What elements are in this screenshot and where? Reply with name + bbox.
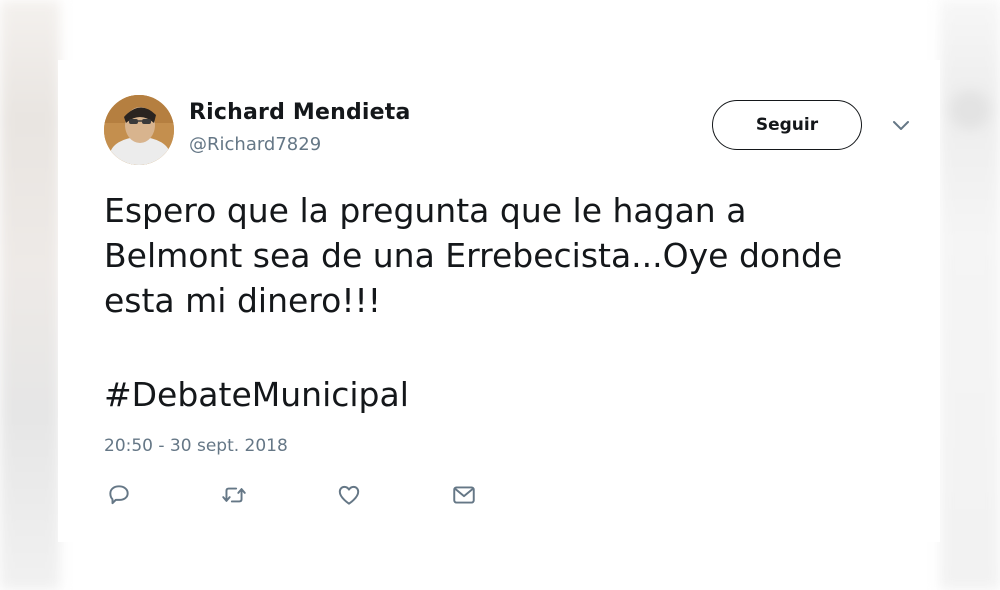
tweet-timestamp[interactable]: 20:50 - 30 sept. 2018 xyxy=(104,436,288,456)
hashtag-link[interactable]: #DebateMunicipal xyxy=(104,372,409,417)
reply-icon[interactable] xyxy=(104,480,134,510)
tweet-line: Belmont sea de una Errebecista...Oye don… xyxy=(104,236,843,275)
like-icon[interactable] xyxy=(334,480,364,510)
follow-button[interactable]: Seguir xyxy=(712,100,862,150)
tweet-line: Espero que la pregunta que le hagan a xyxy=(104,191,747,230)
tweet-card: Richard Mendieta @Richard7829 Seguir Esp… xyxy=(58,60,940,542)
tweet-actions xyxy=(104,480,504,510)
avatar[interactable] xyxy=(104,95,174,165)
retweet-icon[interactable] xyxy=(219,480,249,510)
author-name[interactable]: Richard Mendieta xyxy=(189,100,411,125)
tweet-line: esta mi dinero!!! xyxy=(104,281,382,320)
direct-message-icon[interactable] xyxy=(449,480,479,510)
background-blur-left xyxy=(0,0,60,590)
chevron-down-icon[interactable] xyxy=(890,118,912,134)
background-blur-right xyxy=(940,0,1000,590)
tweet-text: Espero que la pregunta que le hagan a Be… xyxy=(104,188,904,323)
author-handle[interactable]: @Richard7829 xyxy=(189,134,321,155)
